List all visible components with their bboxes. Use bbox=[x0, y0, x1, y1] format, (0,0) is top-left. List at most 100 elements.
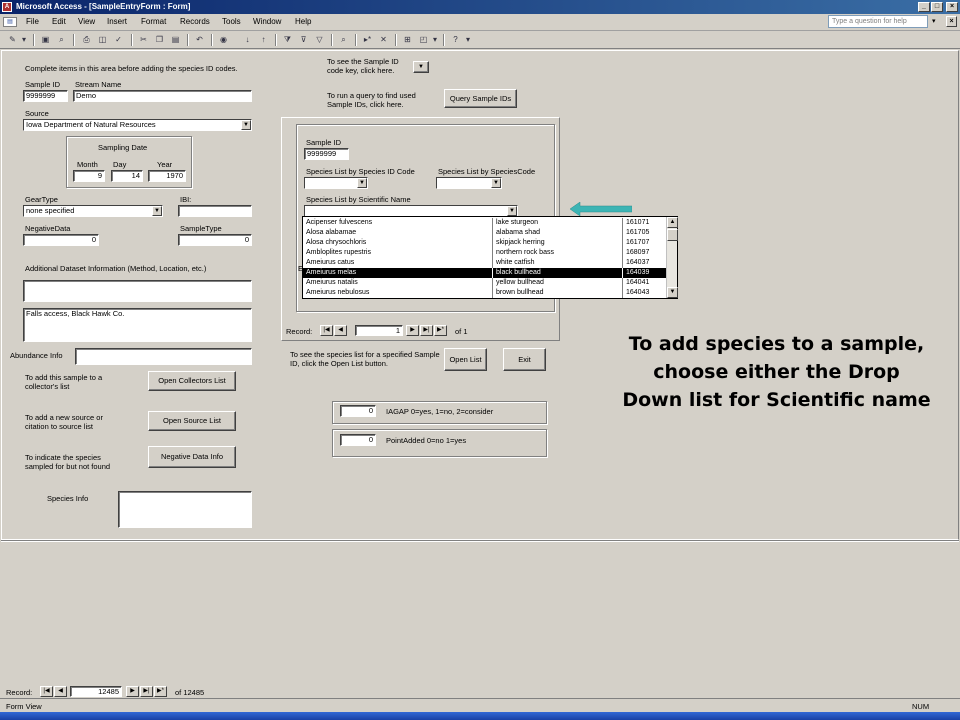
list-item[interactable]: Ambloplites rupestris northern rock bass… bbox=[303, 248, 667, 258]
form-close-button[interactable]: × bbox=[946, 16, 957, 27]
find-icon[interactable]: ⌕ bbox=[337, 34, 350, 46]
list-item-selected[interactable]: Ameiurus melas black bullhead 164039 bbox=[303, 268, 667, 278]
ibi-input[interactable] bbox=[178, 205, 252, 217]
geartype-combo[interactable]: none specified ▼ bbox=[23, 205, 163, 217]
filter-by-form-icon[interactable]: ⊽ bbox=[297, 34, 310, 46]
species-by-code-combo[interactable]: ▼ bbox=[436, 177, 502, 189]
search-file-icon[interactable]: ⌕ bbox=[55, 34, 68, 46]
list-item[interactable]: Acipenser fulvescens lake sturgeon 16107… bbox=[303, 218, 667, 228]
paste-icon[interactable]: ▤ bbox=[169, 34, 182, 46]
new-record-icon[interactable]: ▸* bbox=[361, 34, 374, 46]
year-input[interactable]: 1970 bbox=[148, 170, 186, 182]
record-number-input[interactable]: 12485 bbox=[70, 686, 122, 697]
subform-sample-id-input[interactable]: 9999999 bbox=[304, 148, 349, 160]
menu-format[interactable]: Format bbox=[141, 17, 166, 26]
apply-filter-icon[interactable]: ▽ bbox=[313, 34, 326, 46]
previous-record-icon[interactable]: ◀ bbox=[54, 686, 67, 697]
cut-icon[interactable]: ✂ bbox=[137, 34, 150, 46]
print-icon[interactable]: ⎙ bbox=[80, 34, 93, 46]
scroll-down-icon[interactable]: ▼ bbox=[667, 287, 678, 298]
abundance-info-input[interactable] bbox=[75, 348, 252, 365]
negative-data-info-button[interactable]: Negative Data Info bbox=[148, 446, 236, 468]
copy-icon[interactable]: ❐ bbox=[153, 34, 166, 46]
list-item[interactable]: Alosa chrysochloris skipjack herring 161… bbox=[303, 238, 667, 248]
help-search-input[interactable]: Type a question for help bbox=[828, 15, 928, 28]
help-icon[interactable]: ? bbox=[449, 34, 462, 46]
new-object-icon[interactable]: ◰ bbox=[417, 34, 430, 46]
scientific-name-dropdown-list[interactable]: Acipenser fulvescens lake sturgeon 16107… bbox=[302, 216, 678, 299]
minimize-button[interactable]: _ bbox=[918, 2, 930, 12]
last-record-icon[interactable]: ▶| bbox=[140, 686, 153, 697]
open-collectors-list-button[interactable]: Open Collectors List bbox=[148, 371, 236, 391]
species-by-id-combo[interactable]: ▼ bbox=[304, 177, 368, 189]
chevron-down-icon[interactable]: ▼ bbox=[357, 178, 367, 188]
open-list-button[interactable]: Open List bbox=[444, 348, 487, 371]
chevron-down-icon[interactable]: ▼ bbox=[491, 178, 501, 188]
first-record-icon[interactable]: |◀ bbox=[320, 325, 333, 336]
menu-edit[interactable]: Edit bbox=[52, 17, 66, 26]
chevron-down-icon[interactable]: ▼ bbox=[152, 206, 162, 216]
form-system-menu-icon[interactable]: ▤ bbox=[3, 17, 17, 27]
hyperlink-icon[interactable]: ◉ bbox=[217, 34, 230, 46]
stream-name-input[interactable]: Demo bbox=[73, 90, 252, 102]
new-record-nav-icon[interactable]: ▶* bbox=[154, 686, 167, 697]
subform-record-input[interactable]: 1 bbox=[355, 325, 403, 336]
list-item[interactable]: Alosa alabamae alabama shad 161705 bbox=[303, 228, 667, 238]
previous-record-icon[interactable]: ◀ bbox=[334, 325, 347, 336]
additional-info-input[interactable] bbox=[23, 280, 252, 302]
record-of-total: of 12485 bbox=[175, 688, 205, 697]
new-object-dropdown-icon[interactable]: ▾ bbox=[431, 34, 439, 46]
list-item[interactable]: Ameiurus catus white catfish 164037 bbox=[303, 258, 667, 268]
open-source-list-button[interactable]: Open Source List bbox=[148, 411, 236, 431]
pointadded-input[interactable]: 0 bbox=[340, 434, 376, 446]
scroll-thumb[interactable] bbox=[667, 229, 678, 241]
sampletype-input[interactable]: 0 bbox=[178, 234, 252, 246]
print-preview-icon[interactable]: ◫ bbox=[96, 34, 109, 46]
month-input[interactable]: 9 bbox=[73, 170, 105, 182]
close-button[interactable]: × bbox=[946, 2, 958, 12]
menu-bar: ▤ File Edit View Insert Format Records T… bbox=[0, 14, 960, 31]
iagap-input[interactable]: 0 bbox=[340, 405, 376, 417]
dropdown-scrollbar[interactable]: ▲ ▼ bbox=[666, 217, 678, 298]
source-combo[interactable]: Iowa Department of Natural Resources ▼ bbox=[23, 119, 252, 131]
sample-key-button[interactable]: ▼ bbox=[413, 61, 429, 73]
species-info-input[interactable] bbox=[118, 491, 252, 528]
maximize-button[interactable]: □ bbox=[931, 2, 943, 12]
save-icon[interactable]: ▣ bbox=[39, 34, 52, 46]
menu-records[interactable]: Records bbox=[180, 17, 210, 26]
filter-by-selection-icon[interactable]: ⧩ bbox=[281, 34, 294, 46]
menu-view[interactable]: View bbox=[78, 17, 95, 26]
menu-file[interactable]: File bbox=[26, 17, 39, 26]
design-view-icon[interactable]: ✎ bbox=[6, 34, 19, 46]
menu-help[interactable]: Help bbox=[295, 17, 311, 26]
next-record-icon[interactable]: ▶ bbox=[406, 325, 419, 336]
help-dropdown-icon[interactable]: ▾ bbox=[932, 17, 936, 25]
new-record-nav-icon[interactable]: ▶* bbox=[434, 325, 447, 336]
next-record-icon[interactable]: ▶ bbox=[126, 686, 139, 697]
delete-record-icon[interactable]: ✕ bbox=[377, 34, 390, 46]
list-item[interactable]: Ameiurus nebulosus brown bullhead 164043 bbox=[303, 288, 667, 298]
scroll-up-icon[interactable]: ▲ bbox=[667, 217, 678, 228]
view-dropdown-icon[interactable]: ▾ bbox=[20, 34, 28, 46]
toolbar-options-icon[interactable]: ▾ bbox=[464, 34, 472, 46]
exit-button[interactable]: Exit bbox=[503, 348, 546, 371]
query-sample-ids-button[interactable]: Query Sample IDs bbox=[444, 89, 517, 108]
first-record-icon[interactable]: |◀ bbox=[40, 686, 53, 697]
chevron-down-icon[interactable]: ▼ bbox=[507, 206, 517, 216]
day-input[interactable]: 14 bbox=[111, 170, 143, 182]
location-input[interactable]: Falls access, Black Hawk Co. bbox=[23, 308, 252, 342]
chevron-down-icon[interactable]: ▼ bbox=[241, 120, 251, 130]
undo-icon[interactable]: ↶ bbox=[193, 34, 206, 46]
menu-insert[interactable]: Insert bbox=[107, 17, 127, 26]
last-record-icon[interactable]: ▶| bbox=[420, 325, 433, 336]
sort-descending-icon[interactable]: ↑ bbox=[257, 34, 270, 46]
sort-ascending-icon[interactable]: ↓ bbox=[241, 34, 254, 46]
spelling-icon[interactable]: ✓ bbox=[112, 34, 125, 46]
negativedata-input[interactable]: 0 bbox=[23, 234, 99, 246]
sample-id-input[interactable]: 9999999 bbox=[23, 90, 68, 102]
access-app-icon[interactable]: A bbox=[2, 2, 12, 12]
menu-tools[interactable]: Tools bbox=[222, 17, 241, 26]
database-window-icon[interactable]: ⊞ bbox=[401, 34, 414, 46]
list-item[interactable]: Ameiurus natalis yellow bullhead 164041 bbox=[303, 278, 667, 288]
menu-window[interactable]: Window bbox=[253, 17, 281, 26]
